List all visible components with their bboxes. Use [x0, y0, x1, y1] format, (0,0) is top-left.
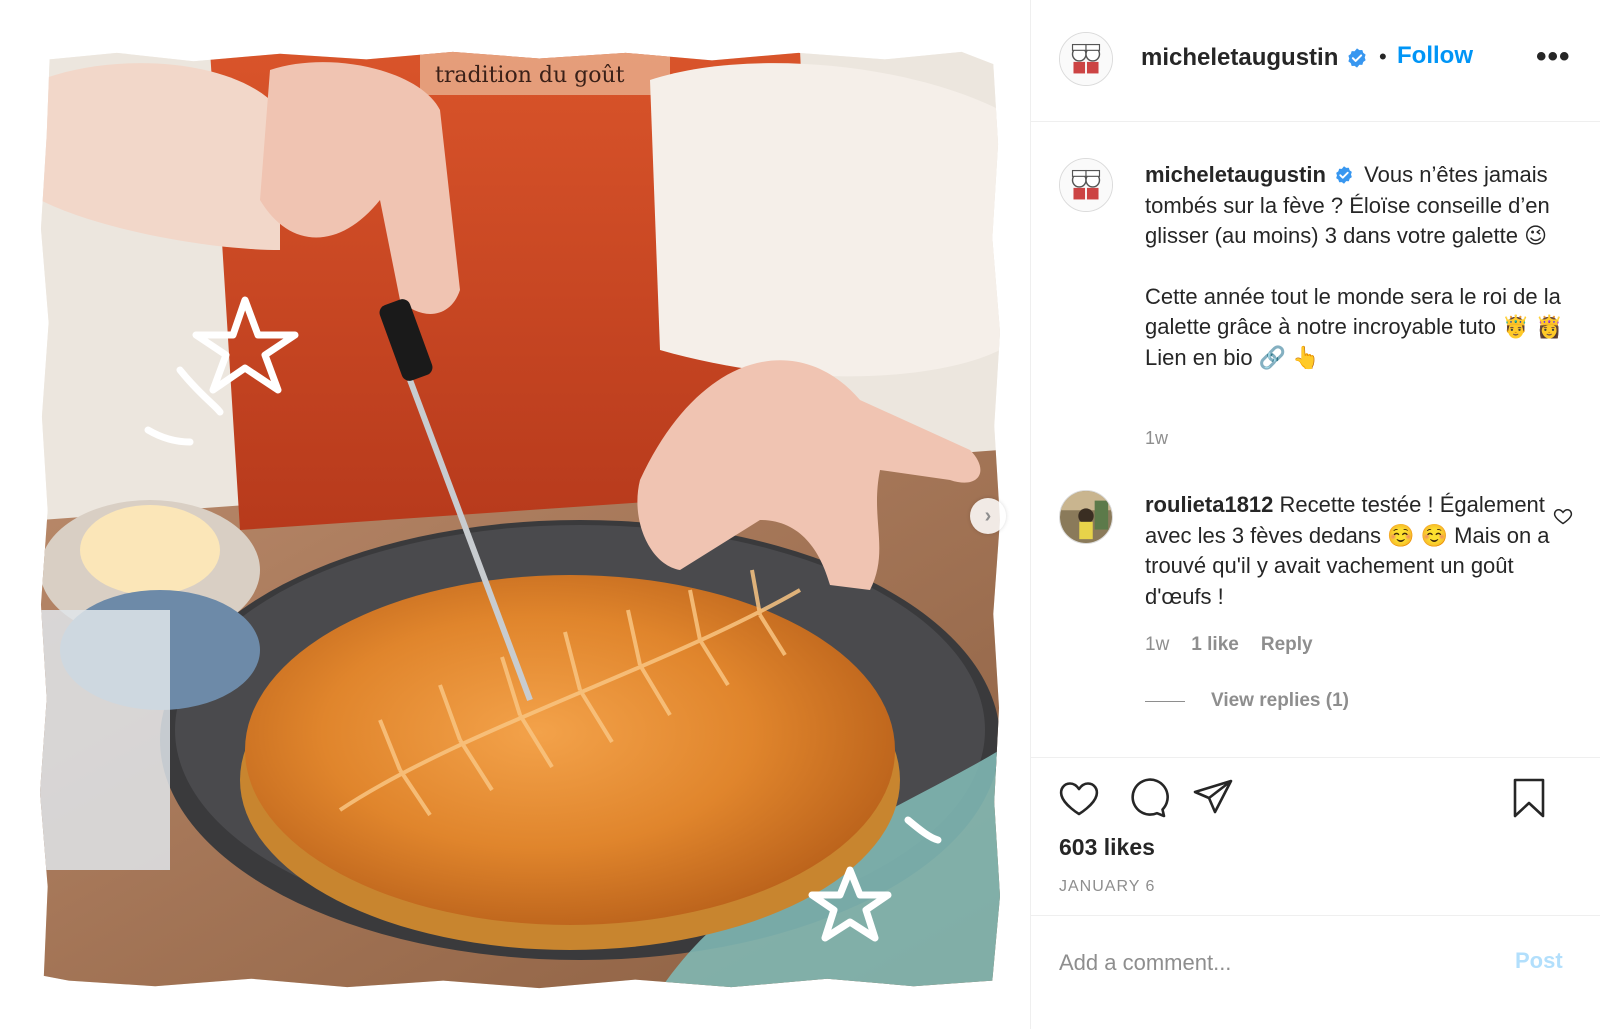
apron-text: tradition du goût: [435, 63, 625, 88]
actions-divider: [1031, 757, 1600, 758]
author-username-text[interactable]: micheletaugustin: [1141, 44, 1338, 72]
caption-author-avatar[interactable]: [1059, 158, 1113, 212]
post-media-pane: tradition du goût ›: [0, 0, 1030, 1029]
add-comment-divider: [1031, 915, 1600, 916]
replies-divider-line: [1145, 700, 1185, 702]
save-bookmark-icon[interactable]: [1507, 776, 1551, 820]
header-separator: •: [1379, 44, 1387, 69]
verified-badge-icon: [1348, 48, 1366, 68]
caption-timestamp[interactable]: 1w: [1145, 428, 1168, 449]
post-comment-button[interactable]: Post: [1515, 948, 1563, 974]
comment-bubble-icon[interactable]: [1125, 776, 1169, 820]
view-replies-label[interactable]: View replies (1): [1211, 690, 1349, 712]
author-username[interactable]: micheletaugustin: [1141, 44, 1368, 72]
more-options-icon[interactable]: •••: [1536, 40, 1571, 74]
commenter-avatar-image: [1060, 491, 1112, 543]
like-heart-icon[interactable]: [1057, 776, 1101, 820]
verified-badge-icon: [1336, 166, 1352, 184]
next-image-button[interactable]: ›: [970, 498, 1006, 534]
view-replies-button[interactable]: View replies (1): [1145, 690, 1349, 712]
post-details-panel: micheletaugustin • Follow ••• micheletau…: [1030, 0, 1600, 1029]
comment-item: roulieta1812 Recette testée ! Également …: [1145, 490, 1555, 612]
add-comment-input[interactable]: [1059, 945, 1489, 981]
instagram-post-view: tradition du goût › micheletaugustin • F…: [0, 0, 1600, 1029]
caption-text-paragraph-2: Cette année tout le monde sera le roi de…: [1145, 283, 1564, 370]
author-avatar[interactable]: [1059, 32, 1113, 86]
reply-button[interactable]: Reply: [1261, 634, 1313, 656]
comment-username[interactable]: roulieta1812: [1145, 492, 1273, 517]
likes-count[interactable]: 603 likes: [1059, 834, 1155, 861]
author-avatar-image: [1060, 33, 1112, 85]
caption-avatar-image: [1060, 159, 1112, 211]
galette-photo-illustration: tradition du goût: [40, 51, 1000, 989]
post-date[interactable]: JANUARY 6: [1059, 878, 1155, 896]
commenter-avatar[interactable]: [1059, 490, 1113, 544]
chevron-right-icon: ›: [984, 504, 992, 527]
post-photo[interactable]: tradition du goût: [40, 51, 1000, 989]
comment-meta: 1w 1 like Reply: [1145, 634, 1313, 656]
follow-button[interactable]: Follow: [1397, 42, 1473, 70]
like-comment-heart-icon[interactable]: [1553, 506, 1573, 526]
comment-timestamp[interactable]: 1w: [1145, 634, 1169, 656]
caption-username[interactable]: micheletaugustin: [1145, 162, 1326, 187]
share-paper-plane-icon[interactable]: [1191, 776, 1235, 820]
post-caption: micheletaugustin Vous n’êtes jamais tomb…: [1145, 160, 1585, 373]
comment-likes-count[interactable]: 1 like: [1191, 634, 1239, 656]
post-header: micheletaugustin • Follow •••: [1031, 0, 1600, 122]
